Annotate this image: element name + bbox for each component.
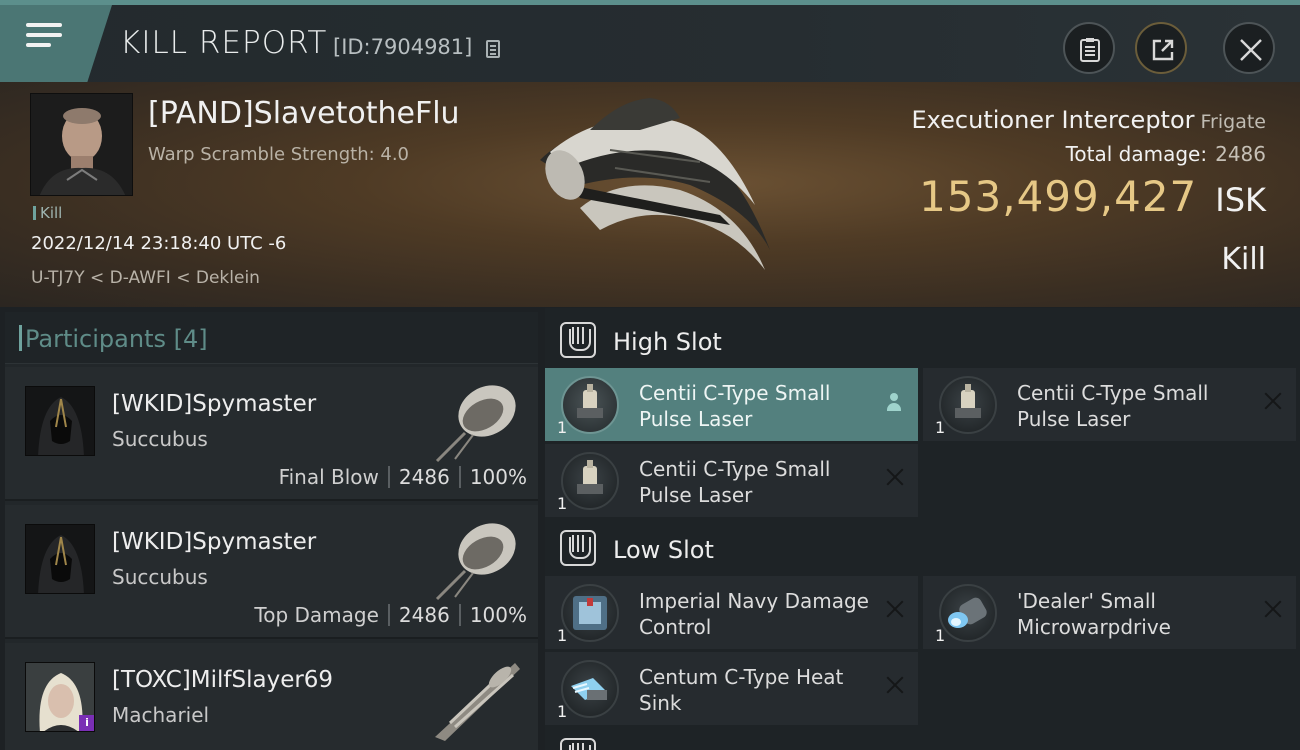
module-name: Centum C-Type Heat Sink (639, 665, 844, 715)
total-damage: Total damage: 2486 (1066, 142, 1266, 166)
module-item[interactable]: 1 Centii C-Type Small Pulse Laser (923, 368, 1296, 441)
share-icon (1152, 39, 1174, 61)
participants-title: Participants [4] (19, 325, 208, 353)
victim-name[interactable]: [PAND]SlavetotheFlu (148, 96, 460, 131)
participant-avatar[interactable] (25, 524, 95, 594)
participant-row[interactable]: [WKID]Spymaster Succubus Final Blow 2486 1… (5, 367, 538, 501)
high-slot-header: High Slot (545, 312, 1300, 368)
fitting-panel: High Slot 1 Centii C-Type Small Pulse La… (545, 308, 1300, 750)
clipboard-icon (1080, 38, 1100, 62)
module-quantity: 1 (935, 626, 946, 645)
module-item[interactable]: 1 Centii C-Type Small Pulse Laser (545, 368, 918, 441)
participant-role: Top Damage (254, 603, 379, 627)
module-name: Centii C-Type Small Pulse Laser (1017, 381, 1209, 431)
participant-ship-image (435, 385, 516, 463)
header-bar: KILL REPORT [ID:7904981] (0, 0, 1300, 82)
participant-stats: Top Damage 2486 100% (254, 603, 527, 627)
ship-class-text: Frigate (1200, 111, 1266, 133)
participant-stats: Final Blow 2486 100% (279, 465, 527, 489)
victim-banner: [PAND]SlavetotheFlu Warp Scramble Streng… (0, 82, 1300, 307)
destroyed-x-icon (886, 600, 904, 618)
destroyed-x-icon (886, 468, 904, 486)
kill-timestamp: 2022/12/14 23:18:40 UTC -6 (31, 233, 287, 254)
module-item[interactable]: 1 Centii C-Type Small Pulse Laser (545, 444, 918, 517)
participant-damage: 2486 (398, 603, 450, 627)
isk-value: 153,499,427 ISK (919, 172, 1266, 221)
isk-unit: ISK (1215, 181, 1266, 219)
module-quantity: 1 (557, 702, 568, 721)
pulse-laser-icon (561, 452, 619, 510)
share-button[interactable] (1135, 22, 1187, 74)
page-title: KILL REPORT (120, 25, 328, 61)
participant-name: [TOXC]MilfSlayer69 (112, 667, 334, 693)
module-item[interactable]: 1 Centum C-Type Heat Sink (545, 652, 918, 725)
module-name: 'Dealer' Small Microwarpdrive (1017, 589, 1171, 639)
destroyed-x-icon (1264, 392, 1282, 410)
mid-slot-icon (560, 738, 596, 750)
total-damage-label: Total damage: (1065, 142, 1208, 166)
damage-control-icon (561, 584, 619, 642)
pulse-laser-icon (939, 376, 997, 434)
victim-portrait[interactable] (30, 93, 133, 196)
high-slot-title: High Slot (613, 328, 722, 356)
participants-header: Participants [4] (5, 312, 538, 364)
total-damage-value: 2486 (1215, 142, 1266, 166)
hamburger-menu-icon (26, 23, 62, 53)
participants-panel: Participants [4] [WKID]Spymaster Succubu… (5, 312, 538, 750)
participant-ship: Succubus (112, 427, 208, 451)
participant-avatar[interactable] (25, 386, 95, 456)
person-icon[interactable] (885, 393, 903, 413)
info-badge: i (79, 715, 94, 731)
low-slot-header: Low Slot (545, 520, 1300, 576)
report-button[interactable] (1063, 22, 1115, 74)
copy-id-icon[interactable] (486, 40, 500, 58)
module-quantity: 1 (557, 626, 568, 645)
heat-sink-icon (561, 660, 619, 718)
warp-scramble-strength: Warp Scramble Strength: 4.0 (148, 144, 410, 165)
pulse-laser-icon (561, 376, 619, 434)
close-icon (1240, 39, 1262, 61)
destroyed-x-icon (1264, 600, 1282, 618)
module-item[interactable]: 1 Imperial Navy Damage Control (545, 576, 918, 649)
participant-name: [WKID]Spymaster (112, 391, 317, 417)
module-name: Imperial Navy Damage Control (639, 589, 869, 639)
close-button[interactable] (1223, 22, 1275, 74)
menu-button[interactable] (0, 5, 112, 82)
kill-report-screen: KILL REPORT [ID:7904981] [PAND]Slavetoth… (0, 0, 1300, 750)
low-slot-icon (560, 530, 596, 566)
participant-ship-image (435, 663, 520, 741)
victim-ship-name[interactable]: Executioner Interceptor Frigate (912, 106, 1266, 134)
module-quantity: 1 (557, 418, 568, 437)
participant-name: [WKID]Spymaster (112, 529, 317, 555)
low-slot-title: Low Slot (613, 536, 714, 564)
isk-amount: 153,499,427 (919, 172, 1198, 221)
destroyed-x-icon (886, 676, 904, 694)
kill-id: [ID:7904981] (333, 35, 473, 59)
participant-avatar[interactable]: i (25, 662, 95, 732)
participant-ship: Machariel (112, 703, 210, 727)
kill-tag: Kill (33, 204, 62, 222)
kill-type: Kill (1221, 242, 1266, 277)
participant-percent: 100% (469, 465, 527, 489)
module-quantity: 1 (557, 494, 568, 513)
mid-slot-header (545, 728, 1300, 750)
participant-row[interactable]: [WKID]Spymaster Succubus Top Damage 2486 1… (5, 505, 538, 639)
module-name: Centii C-Type Small Pulse Laser (639, 381, 831, 431)
high-slot-icon (560, 322, 596, 358)
participant-percent: 100% (469, 603, 527, 627)
module-name: Centii C-Type Small Pulse Laser (639, 457, 831, 507)
participant-ship: Succubus (112, 565, 208, 589)
victim-ship-image[interactable] (520, 90, 790, 300)
participant-role: Final Blow (278, 465, 379, 489)
participant-damage: 2486 (398, 465, 450, 489)
module-quantity: 1 (935, 418, 946, 437)
participant-row[interactable]: i [TOXC]MilfSlayer69 Machariel (5, 643, 538, 750)
microwarpdrive-icon (939, 584, 997, 642)
kill-location[interactable]: U-TJ7Y < D-AWFI < Deklein (31, 268, 260, 288)
module-item[interactable]: 1 'Dealer' Small Microwarpdrive (923, 576, 1296, 649)
participant-ship-image (435, 523, 516, 601)
ship-name-text: Executioner Interceptor (911, 106, 1195, 134)
